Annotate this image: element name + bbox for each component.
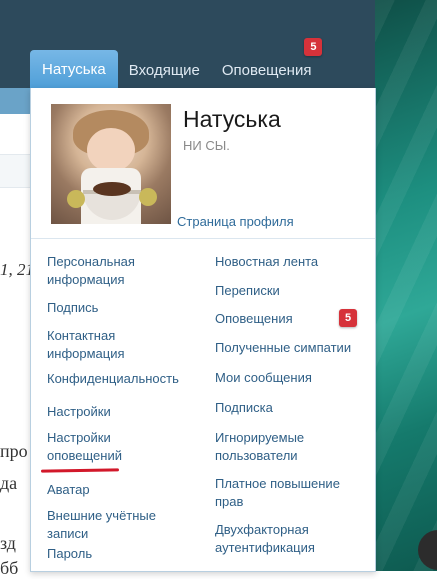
profile-summary: Натуська НИ СЫ. Страница профиля — [31, 88, 375, 239]
avatar-mitt — [67, 190, 85, 208]
menu-conversations[interactable]: Переписки — [215, 282, 280, 300]
text-fragment: про — [0, 441, 28, 461]
account-dropdown: Натуська НИ СЫ. Страница профиля Персона… — [30, 88, 376, 572]
menu-news-feed[interactable]: Новостная лента — [215, 253, 318, 271]
account-tabs: Натуська Входящие Оповещения 5 — [30, 38, 323, 88]
content-row — [0, 154, 33, 188]
text-fragment: зд — [0, 533, 16, 553]
menu-personal-info[interactable]: Персональная информация — [47, 253, 135, 289]
signature-underline-annotation — [40, 468, 120, 473]
tab-profile[interactable]: Натуська — [30, 50, 118, 88]
menu-account-upgrades[interactable]: Платное повышение прав — [215, 475, 340, 511]
menu-two-step[interactable]: Двухфакторная аутентификация — [215, 521, 315, 557]
menu-avatar[interactable]: Аватар — [47, 481, 90, 499]
menu-alerts[interactable]: Оповещения 5 — [215, 309, 357, 328]
menu-preferences[interactable]: Настройки — [47, 403, 111, 421]
post-date-fragment: 1, 21 — [0, 260, 34, 279]
menu-alert-preferences[interactable]: Настройки оповещений — [47, 429, 122, 465]
page-content-behind: 1, 21 про да зд бб — [0, 114, 34, 578]
account-menu: Персональная информация Подпись Контактная и… — [31, 239, 375, 571]
avatar-face — [87, 128, 135, 172]
menu-alerts-count-badge: 5 — [339, 309, 357, 327]
tab-alerts-label: Оповещения — [221, 62, 312, 79]
text-fragment: да — [0, 473, 18, 493]
tab-alerts[interactable]: Оповещения 5 — [211, 38, 323, 88]
alerts-count-badge: 5 — [304, 38, 323, 56]
menu-ignored-users[interactable]: Игнорируемые пользователи — [215, 429, 304, 465]
menu-contact-info[interactable]: Контактная информация — [47, 327, 125, 363]
text-fragment: бб — [0, 558, 19, 578]
menu-password[interactable]: Пароль — [47, 545, 92, 563]
menu-privacy[interactable]: Конфиденциальность — [47, 370, 179, 388]
menu-signature[interactable]: Подпись — [47, 299, 98, 317]
profile-page-link[interactable]: Страница профиля — [177, 214, 294, 229]
menu-likes-received[interactable]: Полученные симпатии — [215, 339, 351, 357]
menu-external-accounts[interactable]: Внешние учётные записи — [47, 507, 156, 543]
menu-watched[interactable]: Подписка — [215, 399, 273, 417]
tab-inbox[interactable]: Входящие — [118, 54, 211, 88]
avatar[interactable] — [51, 104, 171, 224]
menu-my-posts[interactable]: Мои сообщения — [215, 369, 312, 387]
teal-background — [375, 0, 437, 571]
background-stripes — [375, 0, 437, 571]
avatar-chocolate — [93, 182, 131, 196]
avatar-mitt — [139, 188, 157, 206]
profile-status: НИ СЫ. — [183, 138, 230, 153]
profile-name[interactable]: Натуська — [183, 106, 281, 133]
